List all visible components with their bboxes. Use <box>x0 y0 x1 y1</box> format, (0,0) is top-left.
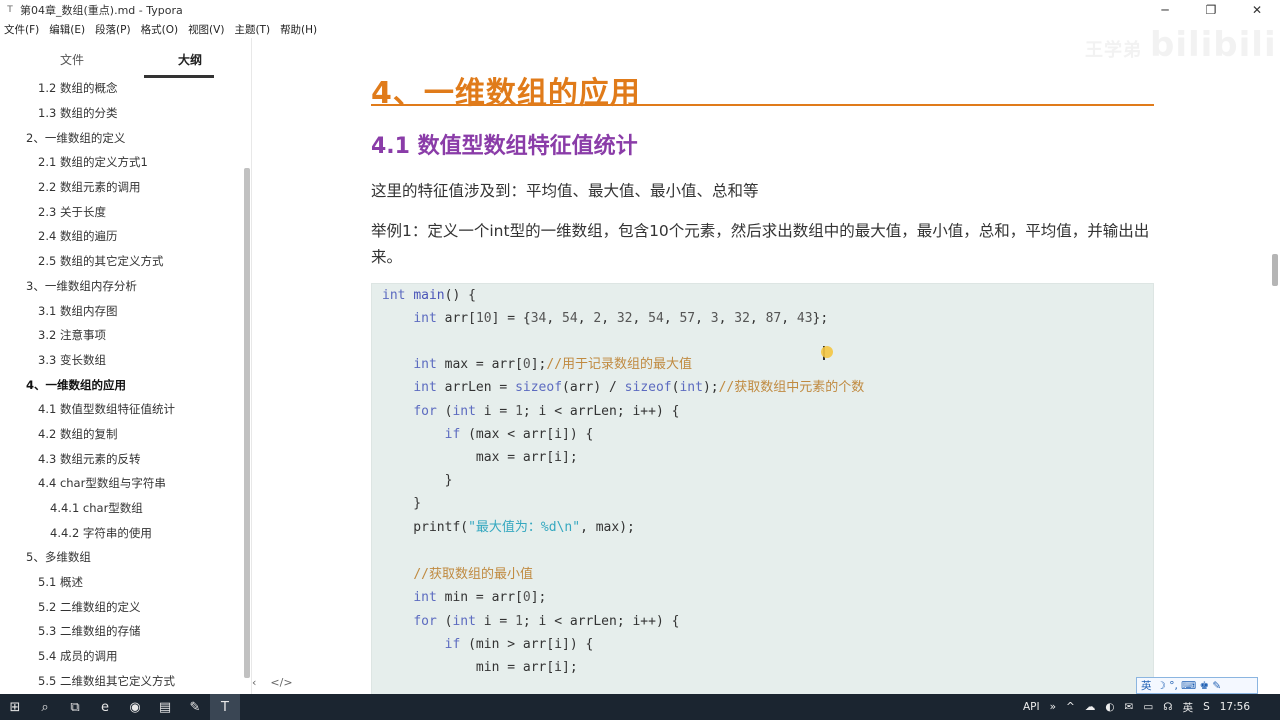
clock[interactable]: 17:56 <box>1220 701 1250 713</box>
outline-item[interactable]: 4.2 数组的复制 <box>0 422 244 447</box>
code-line: for (int i = 1; i < arrLen; i++) { <box>413 614 680 629</box>
typora-app-icon: T <box>7 5 13 15</box>
outline-item[interactable]: 2.5 数组的其它定义方式 <box>0 249 244 274</box>
outline-item[interactable]: 3、一维数组内存分析 <box>0 274 244 299</box>
code-line: int min = arr[0]; <box>413 590 547 605</box>
code-line: if (max < arr[i]) { <box>444 427 594 442</box>
search-icon[interactable]: ⌕ <box>30 694 60 720</box>
tray-more-icon[interactable]: » <box>1050 701 1056 713</box>
mouse-cursor-highlight <box>821 346 833 358</box>
menu-edit[interactable]: 编辑(E) <box>49 22 85 37</box>
tray-app-icon[interactable]: ☁ <box>1085 701 1096 713</box>
code-line: } <box>382 496 422 511</box>
outline-item[interactable]: 4.3 数组元素的反转 <box>0 446 244 471</box>
menu-file[interactable]: 文件(F) <box>4 22 39 37</box>
ime-language-label[interactable]: 英 <box>1141 678 1152 693</box>
paragraph-example: 举例1：定义一个int型的一维数组，包含10个元素，然后求出数组中的最大值，最小… <box>371 222 1150 266</box>
tray-input-language[interactable]: 英 <box>1183 700 1194 715</box>
outline-item[interactable]: 2.2 数组元素的调用 <box>0 175 244 200</box>
outline-item[interactable]: 4.4.2 字符串的使用 <box>0 520 244 545</box>
outline-item[interactable]: 4.1 数值型数组特征值统计 <box>0 397 244 422</box>
windows-start-icon[interactable]: ⊞ <box>0 694 30 720</box>
title-bar: T 第04章_数组(重点).md - Typora ─ ❐ ✕ <box>0 0 1280 20</box>
code-line: } <box>382 473 453 488</box>
task-view-icon[interactable]: ⧉ <box>60 694 90 720</box>
outline-item[interactable]: 3.1 数组内存图 <box>0 298 244 323</box>
chrome-browser-icon[interactable]: ◉ <box>120 694 150 720</box>
outline-item[interactable]: 4.4 char型数组与字符串 <box>0 471 244 496</box>
outline-item[interactable]: 2.1 数组的定义方式1 <box>0 150 244 175</box>
outline-item[interactable]: 5.1 概述 <box>0 570 244 595</box>
paragraph-features: 这里的特征值涉及到：平均值、最大值、最小值、总和等 <box>371 182 759 200</box>
minimize-button[interactable]: ─ <box>1142 0 1188 20</box>
tray-app-icon[interactable]: ✉ <box>1125 701 1134 713</box>
close-button[interactable]: ✕ <box>1234 0 1280 20</box>
code-line: max = arr[i]; <box>382 450 578 465</box>
tab-outline[interactable]: 大纲 <box>144 38 236 80</box>
tray-expand-icon[interactable]: ^ <box>1066 701 1075 713</box>
editor-scrollbar[interactable] <box>1272 254 1278 286</box>
editor-app-icon[interactable]: ✎ <box>180 694 210 720</box>
menu-format[interactable]: 格式(O) <box>141 22 178 37</box>
sidebar-tabs: 文件 大纲 <box>0 38 251 80</box>
code-line: if (min > arr[i]) { <box>444 637 594 652</box>
outline-item[interactable]: 2、一维数组的定义 <box>0 125 244 150</box>
menu-paragraph[interactable]: 段落(P) <box>95 22 131 37</box>
tray-app-icon[interactable]: ◐ <box>1105 701 1114 713</box>
menu-view[interactable]: 视图(V) <box>188 22 224 37</box>
code-line: int max = arr[0];//用于记录数组的最大值 <box>413 357 693 372</box>
outline-item[interactable]: 2.3 关于长度 <box>0 199 244 224</box>
code-block[interactable]: int main() { int arr[10] = {34, 54, 2, 3… <box>371 283 1154 694</box>
window-title: 第04章_数组(重点).md - Typora <box>20 4 183 17</box>
ime-toolbar[interactable]: 英 ☽ °, ⌨ ♚ ✎ <box>1136 677 1258 694</box>
code-line: min = arr[i]; <box>382 660 578 675</box>
tray-network-icon[interactable]: ▭ <box>1143 701 1153 713</box>
outline-list: 1.2 数组的概念 1.3 数组的分类 2、一维数组的定义 2.1 数组的定义方式1 2… <box>0 76 244 693</box>
code-line: //获取数组的最小值 <box>413 567 533 582</box>
sidebar-scrollbar[interactable] <box>244 168 250 678</box>
outline-item[interactable]: 1.3 数组的分类 <box>0 101 244 126</box>
maximize-button[interactable]: ❐ <box>1188 0 1234 20</box>
heading-1: 4、一维数组的应用 <box>371 68 1154 111</box>
outline-item[interactable]: 2.4 数组的遍历 <box>0 224 244 249</box>
tray-volume-icon[interactable]: ☊ <box>1163 701 1172 713</box>
outline-item[interactable]: 4.4.1 char型数组 <box>0 496 244 521</box>
sidebar: 文件 大纲 1.2 数组的概念 1.3 数组的分类 2、一维数组的定义 2.1 数组的… <box>0 38 252 694</box>
taskbar: ⊞ ⌕ ⧉ e ◉ ▤ ✎ T API » ^ ☁ ◐ ✉ ▭ ☊ 英 S 17… <box>0 694 1280 720</box>
heading-2: 4.1 数值型数组特征值统计 <box>371 134 638 159</box>
outline-item[interactable]: 5.3 二维数组的存储 <box>0 619 244 644</box>
outline-item[interactable]: 5.2 二维数组的定义 <box>0 594 244 619</box>
outline-item[interactable]: 3.2 注意事项 <box>0 323 244 348</box>
outline-item[interactable]: 3.3 变长数组 <box>0 348 244 373</box>
typora-taskbar-icon[interactable]: T <box>210 694 240 720</box>
file-explorer-icon[interactable]: ▤ <box>150 694 180 720</box>
outline-item[interactable]: 5.4 成员的调用 <box>0 644 244 669</box>
outline-item[interactable]: 5.5 二维数组其它定义方式 <box>0 669 244 694</box>
ime-tool-icons[interactable]: ☽ °, ⌨ ♚ ✎ <box>1157 680 1222 692</box>
outline-item[interactable]: 4、一维数组的应用 <box>0 372 244 397</box>
tray-ime-icon[interactable]: S <box>1203 701 1210 713</box>
edge-browser-icon[interactable]: e <box>90 694 120 720</box>
outline-item[interactable]: 5、多维数组 <box>0 545 244 570</box>
code-line: int arrLen = sizeof(arr) / sizeof(int);/… <box>413 380 865 395</box>
editor-content: 4、一维数组的应用 4.1 数值型数组特征值统计 这里的特征值涉及到：平均值、最… <box>252 38 1268 694</box>
outline-item[interactable]: 1.2 数组的概念 <box>0 76 244 101</box>
menu-theme[interactable]: 主题(T) <box>234 22 270 37</box>
tray-api-label[interactable]: API <box>1023 701 1040 713</box>
code-line: int main() { <box>382 288 476 303</box>
code-line: for (int i = 1; i < arrLen; i++) { <box>413 404 680 419</box>
code-line: int arr[10] = {34, 54, 2, 32, 54, 57, 3,… <box>413 311 829 326</box>
code-line: printf("最大值为：%d\n", max); <box>382 520 635 535</box>
tab-files[interactable]: 文件 <box>0 38 144 80</box>
menu-help[interactable]: 帮助(H) <box>280 22 317 37</box>
